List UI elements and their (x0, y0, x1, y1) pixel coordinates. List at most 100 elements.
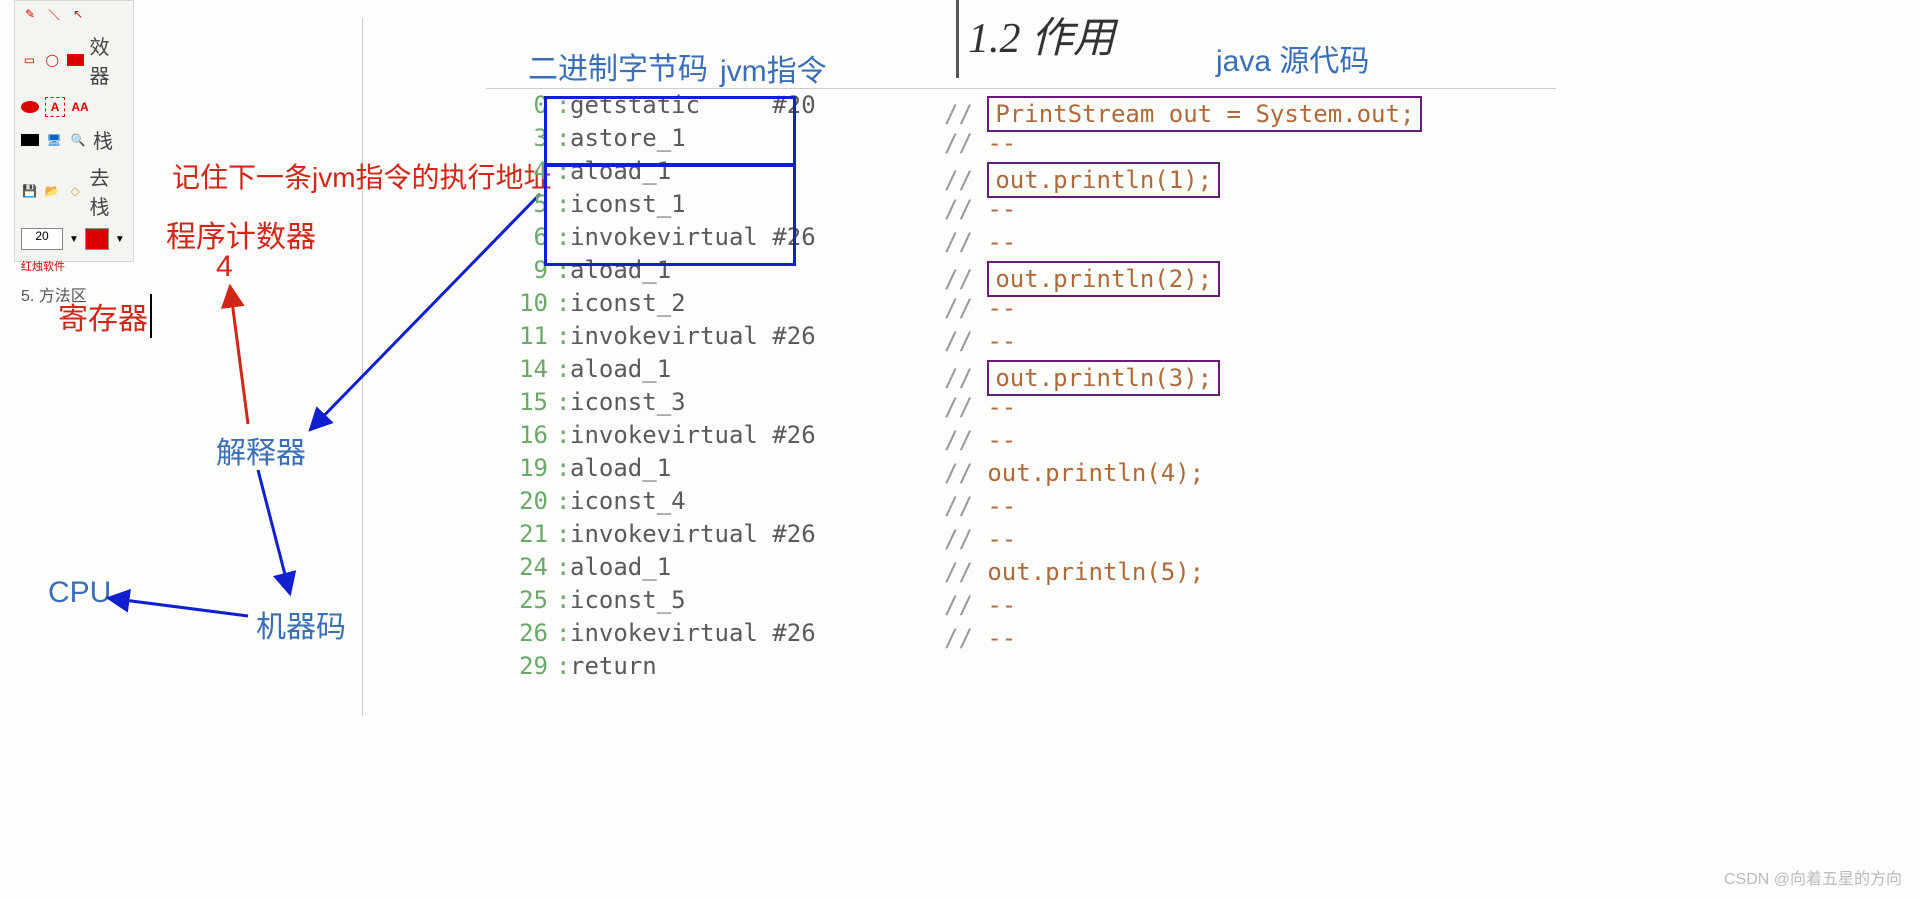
instruction: return (570, 650, 870, 683)
comment-text: -- (987, 294, 1016, 322)
toolbox-brand: 红烛软件 (21, 258, 65, 274)
note-pc-value: 4 (216, 250, 233, 284)
comment: // -- (944, 393, 1016, 421)
comment: // -- (944, 294, 1016, 322)
toolbox-label-1: 效器 (90, 31, 127, 89)
line-number: 11 (486, 320, 556, 353)
comment-text: -- (987, 492, 1016, 520)
comment-text: -- (987, 525, 1016, 553)
instruction: invokevirtual #26 (570, 320, 870, 353)
comment: // -- (944, 492, 1016, 520)
line-number: 25 (486, 584, 556, 617)
ellipse-icon[interactable]: ◯ (44, 51, 61, 69)
code-row: 25:iconst_5 (486, 584, 1556, 617)
comment-boxed: out.println(3); (987, 360, 1220, 396)
comment: // -- (944, 591, 1016, 619)
instruction: iconst_5 (570, 584, 870, 617)
comment-boxed: PrintStream out = System.out; (987, 96, 1422, 132)
note-pc: 程序计数器 (166, 212, 316, 256)
fill-ellipse-icon[interactable] (21, 101, 39, 113)
arrow-icon[interactable]: ↖ (69, 5, 87, 23)
line-number: 19 (486, 452, 556, 485)
colon: : (556, 584, 570, 617)
note-machine-code: 机器码 (256, 602, 346, 646)
comment: // -- (944, 228, 1016, 256)
diamond-icon[interactable]: ◇ (67, 182, 84, 200)
comment-text: -- (987, 195, 1016, 223)
section-title: 1.2 作用 (968, 4, 1115, 65)
color-swatch[interactable] (85, 228, 109, 250)
comment: // -- (944, 129, 1016, 157)
colon: : (556, 386, 570, 419)
text-aa-icon[interactable]: AA (71, 98, 89, 116)
colon: : (556, 287, 570, 320)
comment: // out.println(4); (944, 459, 1204, 487)
header-java-src: java 源代码 (1216, 36, 1369, 80)
line-number: 10 (486, 287, 556, 320)
comment-text: -- (987, 129, 1016, 157)
colon: : (556, 650, 570, 683)
code-row: 29:return (486, 650, 1556, 683)
code-row: 20:iconst_4 (486, 485, 1556, 518)
line-number: 29 (486, 650, 556, 683)
instruction: aload_1 (570, 353, 870, 386)
line-number: 20 (486, 485, 556, 518)
code-row: 21:invokevirtual #26 (486, 518, 1556, 551)
comment-text: -- (987, 426, 1016, 454)
panel-divider (362, 18, 363, 716)
instruction: iconst_3 (570, 386, 870, 419)
comment-boxed: out.println(1); (987, 162, 1220, 198)
comment-text: out.println(4); (987, 459, 1204, 487)
comment: // out.println(5); (944, 558, 1204, 586)
pencil-icon[interactable]: ✎ (21, 5, 39, 23)
comment: // out.println(2); (944, 261, 1220, 297)
save-icon[interactable]: 💾 (21, 182, 38, 200)
line-number: 14 (486, 353, 556, 386)
header-jvm: jvm指令 (720, 46, 827, 90)
comment: // -- (944, 426, 1016, 454)
fill-rect-icon[interactable] (67, 54, 84, 66)
magnifier-icon[interactable]: 🔍 (69, 131, 87, 149)
comment: // -- (944, 525, 1016, 553)
code-row: 16:invokevirtual #26 (486, 419, 1556, 452)
watermark: CSDN @向着五星的方向 (1724, 865, 1902, 889)
monitor-icon[interactable]: 🖥 (45, 131, 63, 149)
text-a-icon[interactable]: A (45, 97, 65, 117)
rect-icon[interactable]: ▭ (21, 51, 38, 69)
instruction: invokevirtual #26 (570, 518, 870, 551)
black-rect-icon[interactable] (21, 134, 39, 146)
line-number: 21 (486, 518, 556, 551)
font-size-select[interactable]: 20 (21, 228, 63, 250)
colon: : (556, 551, 570, 584)
comment: // -- (944, 195, 1016, 223)
code-row: 11:invokevirtual #26 (486, 320, 1556, 353)
instruction: iconst_2 (570, 287, 870, 320)
comment: // -- (944, 327, 1016, 355)
note-cpu: CPU (48, 576, 111, 610)
open-icon[interactable]: 📂 (44, 182, 61, 200)
comment-text: -- (987, 591, 1016, 619)
line-number: 16 (486, 419, 556, 452)
colon: : (556, 452, 570, 485)
comment-text: -- (987, 327, 1016, 355)
vertical-divider (956, 0, 959, 78)
instruction: aload_1 (570, 551, 870, 584)
line-number: 26 (486, 617, 556, 650)
colon: : (556, 617, 570, 650)
comment-boxed: out.println(2); (987, 261, 1220, 297)
colon: : (556, 485, 570, 518)
line-icon[interactable]: ＼ (45, 5, 63, 23)
comment: // -- (944, 624, 1016, 652)
comment-text: -- (987, 624, 1016, 652)
toolbox-label-2: 栈 (93, 125, 113, 154)
line-number: 15 (486, 386, 556, 419)
comment-text: out.println(5); (987, 558, 1204, 586)
note-register: 寄存器 (58, 294, 152, 338)
toolbox-label-3: 去栈 (90, 162, 127, 220)
instruction: invokevirtual #26 (570, 617, 870, 650)
comment-text: -- (987, 393, 1016, 421)
instruction: invokevirtual #26 (570, 419, 870, 452)
instruction: iconst_4 (570, 485, 870, 518)
highlight-box-2 (544, 164, 796, 266)
highlight-box-1 (544, 96, 796, 166)
